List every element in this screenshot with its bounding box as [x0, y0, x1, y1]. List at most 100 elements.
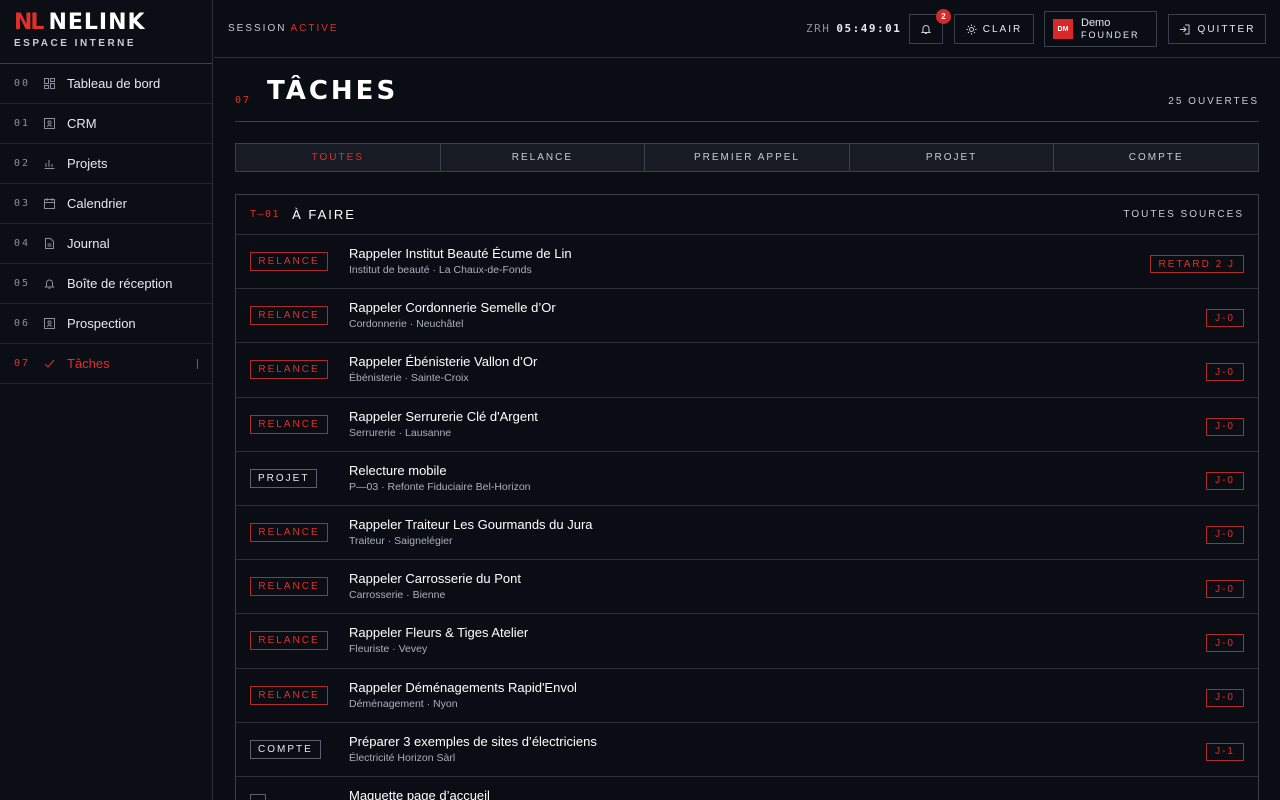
nav-number: 06	[14, 318, 31, 329]
task-tag: RELANCE	[250, 631, 328, 651]
panel-title: À FAIRE	[292, 207, 356, 222]
due-badge: J-1	[1206, 742, 1244, 761]
sidebar-item-1[interactable]: 01 CRM	[0, 104, 212, 144]
sidebar-item-2[interactable]: 02 Projets	[0, 144, 212, 184]
filter-tab-2[interactable]: PREMIER APPEL	[645, 144, 850, 171]
notification-badge: 2	[936, 9, 951, 24]
check-icon	[44, 358, 67, 369]
task-title: Maquette page d’accueil	[349, 787, 490, 800]
clock-zone: ZRH	[806, 22, 831, 35]
page-number: 07	[235, 95, 252, 106]
filter-tab-4[interactable]: COMPTE	[1054, 144, 1258, 171]
nav-number: 07	[14, 358, 31, 369]
due-badge: J-0	[1206, 309, 1244, 328]
nav-number: 03	[14, 198, 31, 209]
task-row[interactable]: Maquette page d’accueil	[236, 777, 1258, 800]
logout-icon	[1179, 24, 1190, 34]
task-row[interactable]: RELANCE Rappeler Cordonnerie Semelle d’Or…	[236, 289, 1258, 344]
sidebar-item-7[interactable]: 07 Tâches	[0, 344, 212, 384]
user-name: Demo	[1081, 17, 1111, 29]
nav-label: Journal	[67, 236, 110, 251]
task-text: Rappeler Déménagements Rapid'Envol Déména…	[349, 680, 577, 712]
task-title: Rappeler Serrurerie Clé d'Argent	[349, 408, 538, 424]
filter-tabs: TOUTES RELANCE PREMIER APPEL PROJET COMPTE	[235, 143, 1259, 172]
task-title: Préparer 3 exemples de sites d’électrici…	[349, 733, 597, 749]
active-indicator	[197, 359, 198, 369]
task-text: Rappeler Carrosserie du Pont Carrosserie …	[349, 571, 521, 603]
clock: ZRH 05:49:01	[806, 22, 901, 35]
nav-number: 01	[14, 118, 31, 129]
task-title: Rappeler Déménagements Rapid'Envol	[349, 679, 577, 695]
task-meta: Fleuriste · Vevey	[349, 643, 428, 656]
task-meta: Carrosserie · Bienne	[349, 589, 446, 602]
task-text: Rappeler Fleurs & Tiges Atelier Fleuriste…	[349, 625, 528, 657]
task-row[interactable]: RELANCE Rappeler Serrurerie Clé d'Argent S…	[236, 398, 1258, 452]
logo-name: NELINK	[48, 10, 146, 35]
filter-tab-1[interactable]: RELANCE	[441, 144, 646, 171]
document-icon	[44, 238, 67, 249]
brand[interactable]: NL NELINK ESPACE INTERNE	[0, 0, 212, 64]
sidebar-nav: 00 Tableau de bord 01 CRM 02 Projets 03 Calendr…	[0, 64, 212, 384]
task-title: Rappeler Ébénisterie Vallon d’Or	[349, 354, 538, 370]
task-row[interactable]: RELANCE Rappeler Fleurs & Tiges Atelier Fl…	[236, 614, 1258, 669]
task-meta: Institut de beauté · La Chaux-de-Fonds	[349, 264, 532, 276]
sidebar-item-3[interactable]: 03 Calendrier	[0, 184, 212, 224]
task-text: Rappeler Institut Beauté Écume de Lin Ins…	[349, 246, 572, 278]
nav-label: Tableau de bord	[67, 76, 161, 91]
task-text: Relecture mobile P—03 · Refonte Fiduciair…	[349, 463, 531, 495]
sidebar-item-6[interactable]: 06 Prospection	[0, 304, 212, 344]
nav-label: Boîte de réception	[67, 276, 173, 291]
due-badge: J-0	[1206, 525, 1244, 544]
theme-toggle-button[interactable]: CLAIR	[954, 14, 1034, 44]
task-text: Rappeler Traiteur Les Gourmands du Jura T…	[349, 517, 593, 549]
bell-icon	[44, 278, 67, 289]
task-row[interactable]: RELANCE Rappeler Carrosserie du Pont Carro…	[236, 560, 1258, 615]
task-title: Rappeler Institut Beauté Écume de Lin	[349, 246, 572, 261]
task-row[interactable]: PROJET Relecture mobile P—03 · Refonte Fid…	[236, 452, 1258, 506]
quit-button[interactable]: QUITTER	[1168, 14, 1266, 44]
quit-label: QUITTER	[1197, 23, 1256, 35]
task-title: Rappeler Cordonnerie Semelle d’Or	[349, 300, 556, 316]
task-row[interactable]: COMPTE Préparer 3 exemples de sites d’éle…	[236, 723, 1258, 777]
task-text: Rappeler Serrurerie Clé d'Argent Serrurer…	[349, 409, 538, 441]
brand-subtitle: ESPACE INTERNE	[14, 38, 137, 49]
panel-code: T—01	[250, 209, 281, 220]
task-meta: P—03 · Refonte Fiduciaire Bel-Horizon	[349, 480, 531, 493]
session-state: ACTIVE	[290, 23, 339, 34]
user-menu-button[interactable]: DM Demo FOUNDER	[1044, 11, 1157, 47]
task-meta: Serrurerie · Lausanne	[349, 426, 452, 439]
task-row[interactable]: RELANCE Rappeler Ébénisterie Vallon d’Or É…	[236, 343, 1258, 398]
sidebar-item-5[interactable]: 05 Boîte de réception	[0, 264, 212, 304]
page-header: 07 TÂCHES 25 OUVERTES	[235, 58, 1259, 122]
task-meta: Traiteur · Saignelégier	[349, 534, 453, 547]
chart-icon	[44, 158, 67, 169]
task-tag: RELANCE	[250, 685, 328, 705]
task-meta: Déménagement · Nyon	[349, 697, 458, 710]
contact-card-icon	[44, 118, 67, 129]
task-tag: RELANCE	[250, 360, 328, 380]
sidebar-item-4[interactable]: 04 Journal	[0, 224, 212, 264]
nav-label: CRM	[67, 116, 97, 131]
main-content: 07 TÂCHES 25 OUVERTES TOUTES RELANCE PREMI…	[235, 58, 1259, 800]
task-tag: RELANCE	[250, 414, 328, 434]
task-row[interactable]: RELANCE Rappeler Traiteur Les Gourmands d…	[236, 506, 1258, 561]
task-text: Rappeler Ébénisterie Vallon d’Or Ébéniste…	[349, 354, 537, 386]
source-filter[interactable]: TOUTES SOURCES	[1123, 209, 1244, 220]
task-tag: COMPTE	[250, 739, 321, 759]
sidebar-item-0[interactable]: 00 Tableau de bord	[0, 64, 212, 104]
filter-tab-3[interactable]: PROJET	[850, 144, 1055, 171]
nav-number: 05	[14, 278, 31, 289]
nav-number: 02	[14, 158, 31, 169]
task-row[interactable]: RELANCE Rappeler Institut Beauté Écume de…	[236, 235, 1258, 290]
task-title: Rappeler Carrosserie du Pont	[349, 571, 521, 587]
notifications-button[interactable]: 2	[909, 9, 951, 44]
task-text: Préparer 3 exemples de sites d’électrici…	[349, 734, 597, 766]
filter-tab-0[interactable]: TOUTES	[236, 144, 441, 171]
user-role: FOUNDER	[1081, 30, 1140, 40]
sun-icon	[966, 24, 977, 34]
due-badge: J-0	[1206, 417, 1244, 436]
task-row[interactable]: RELANCE Rappeler Déménagements Rapid'Envo…	[236, 669, 1258, 723]
task-tag: RELANCE	[250, 252, 328, 272]
nav-label: Prospection	[67, 316, 136, 331]
nav-number: 04	[14, 238, 31, 249]
